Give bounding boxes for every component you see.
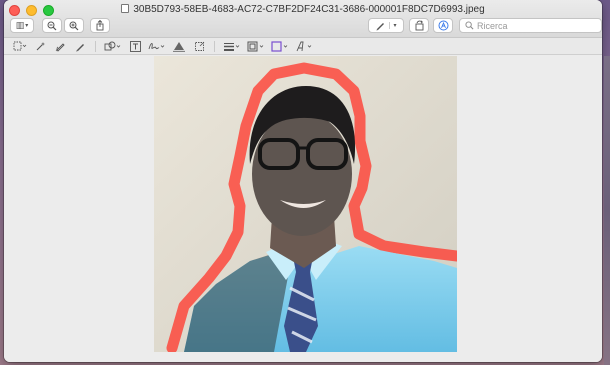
toolbar-separator (95, 40, 96, 52)
preview-window: 30B5D793-58EB-4683-AC72-C7BF2DF24C31-368… (4, 0, 602, 362)
portrait-image (154, 56, 457, 352)
search-placeholder: Ricerca (477, 20, 508, 31)
rotate-icon (415, 20, 423, 31)
instant-alpha-icon (36, 41, 45, 50)
zoom-out-button[interactable] (42, 18, 62, 33)
draw-tool[interactable] (70, 39, 90, 53)
text-style-tool[interactable] (292, 39, 316, 53)
zoom-out-icon (47, 21, 57, 30)
zoom-in-icon (69, 21, 79, 30)
document-canvas (4, 56, 602, 362)
selection-tool[interactable] (10, 39, 30, 53)
share-icon (96, 20, 104, 31)
adjust-color-tool[interactable] (169, 39, 189, 53)
search-icon (465, 21, 474, 30)
text-icon (129, 40, 141, 52)
border-color-icon (247, 41, 264, 51)
crop-tool[interactable] (189, 39, 209, 53)
sidebar-icon: ▥ (15, 20, 25, 30)
fill-color-tool[interactable] (268, 39, 292, 53)
pen-icon (376, 23, 385, 31)
markup-toolbar (4, 38, 602, 55)
shapes-tool[interactable] (101, 39, 125, 53)
line-style-tool[interactable] (220, 39, 244, 53)
search-input[interactable]: Ricerca (459, 18, 602, 33)
window-title: 30B5D793-58EB-4683-AC72-C7BF2DF24C31-368… (4, 3, 602, 17)
text-tool[interactable] (125, 39, 145, 53)
crop-icon (194, 41, 204, 51)
chevron-down-icon: ▾ (389, 22, 397, 29)
face (252, 112, 352, 236)
instant-alpha-tool[interactable] (30, 39, 50, 53)
desktop-edge (604, 56, 610, 365)
sign-tool[interactable] (145, 39, 169, 53)
toolbar-separator (214, 40, 215, 52)
edited-photo[interactable] (154, 56, 457, 352)
selection-icon (13, 41, 27, 51)
share-button[interactable] (90, 18, 110, 33)
markup-icon (438, 20, 448, 31)
border-color-tool[interactable] (244, 39, 268, 53)
rotate-button[interactable] (409, 18, 429, 33)
chevron-down-icon: ▾ (25, 23, 29, 29)
sidebar-button[interactable]: ▥ ▾ (10, 18, 34, 33)
adjust-color-icon (173, 41, 185, 52)
shapes-icon (104, 41, 121, 50)
titlebar: 30B5D793-58EB-4683-AC72-C7BF2DF24C31-368… (4, 0, 602, 38)
zoom-in-button[interactable] (64, 18, 84, 33)
sketch-icon (55, 42, 65, 52)
pen-tool-button[interactable]: ▾ (368, 18, 404, 33)
text-style-icon (296, 41, 312, 51)
line-style-icon (224, 42, 240, 51)
draw-icon (75, 43, 84, 51)
sketch-tool[interactable] (50, 39, 70, 53)
document-icon (121, 4, 130, 13)
sign-icon (148, 42, 165, 49)
markup-toolbar-button[interactable] (433, 18, 453, 33)
fill-color-icon (271, 40, 288, 52)
